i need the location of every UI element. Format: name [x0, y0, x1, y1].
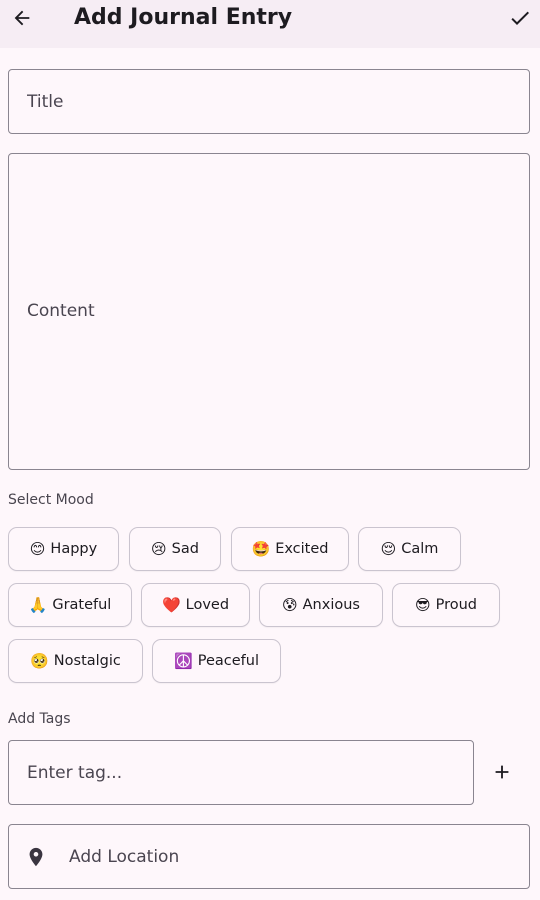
mood-chip-label: Grateful — [52, 597, 112, 613]
location-input[interactable] — [69, 846, 509, 868]
sad-emoji-icon: 😢 — [151, 540, 167, 558]
mood-chip-happy[interactable]: 😊 Happy — [8, 527, 119, 571]
calm-emoji-icon: 😌 — [380, 540, 397, 558]
mood-chip-label: Nostalgic — [53, 653, 121, 669]
mood-chip-anxious[interactable]: 😰 Anxious — [259, 583, 383, 627]
app-bar: Add Journal Entry — [0, 0, 540, 48]
check-icon — [511, 11, 529, 25]
mood-chip-excited[interactable]: 🤩 Excited — [231, 527, 349, 571]
plus-icon — [495, 765, 509, 779]
mood-chip-label: Loved — [185, 597, 230, 613]
page-title: Add Journal Entry — [74, 5, 293, 30]
title-field[interactable] — [8, 69, 530, 134]
mood-chip-label: Excited — [275, 541, 329, 557]
mood-chip-label: Peaceful — [197, 653, 259, 669]
save-button[interactable] — [506, 4, 534, 32]
mood-chip-label: Proud — [435, 597, 478, 613]
mood-chip-label: Calm — [401, 541, 439, 557]
proud-emoji-icon: 😎 — [414, 596, 431, 614]
mood-chip-loved[interactable]: ❤️ Loved — [141, 583, 250, 627]
mood-chip-label: Sad — [171, 541, 199, 557]
add-tag-button[interactable] — [490, 760, 514, 784]
tags-section-label: Add Tags — [8, 711, 71, 727]
mood-section-label: Select Mood — [8, 492, 94, 508]
tag-input[interactable] — [27, 762, 447, 784]
mood-chip-grateful[interactable]: 🙏 Grateful — [8, 583, 132, 627]
content-field[interactable]: Content — [8, 153, 530, 470]
mood-chip-label: Happy — [50, 541, 98, 557]
nostalgic-emoji-icon: 🥺 — [30, 652, 49, 670]
arrow-left-icon — [14, 10, 30, 26]
peace-emoji-icon: ☮️ — [174, 652, 193, 670]
happy-emoji-icon: 😊 — [29, 540, 46, 558]
title-input[interactable] — [27, 91, 507, 113]
mood-chip-proud[interactable]: 😎 Proud — [392, 583, 500, 627]
mood-chip-sad[interactable]: 😢 Sad — [129, 527, 221, 571]
mood-chip-peaceful[interactable]: ☮️ Peaceful — [152, 639, 281, 683]
location-field[interactable] — [8, 824, 530, 889]
content-placeholder: Content — [27, 301, 95, 321]
map-pin-icon — [29, 847, 43, 867]
excited-emoji-icon: 🤩 — [251, 540, 271, 558]
mood-chip-calm[interactable]: 😌 Calm — [358, 527, 461, 571]
tag-field[interactable] — [8, 740, 474, 805]
heart-emoji-icon: ❤️ — [161, 596, 181, 614]
mood-chip-label: Anxious — [302, 597, 360, 613]
grateful-emoji-icon: 🙏 — [28, 596, 48, 614]
back-button[interactable] — [8, 4, 36, 32]
mood-chip-nostalgic[interactable]: 🥺 Nostalgic — [8, 639, 143, 683]
anxious-emoji-icon: 😰 — [282, 596, 298, 614]
